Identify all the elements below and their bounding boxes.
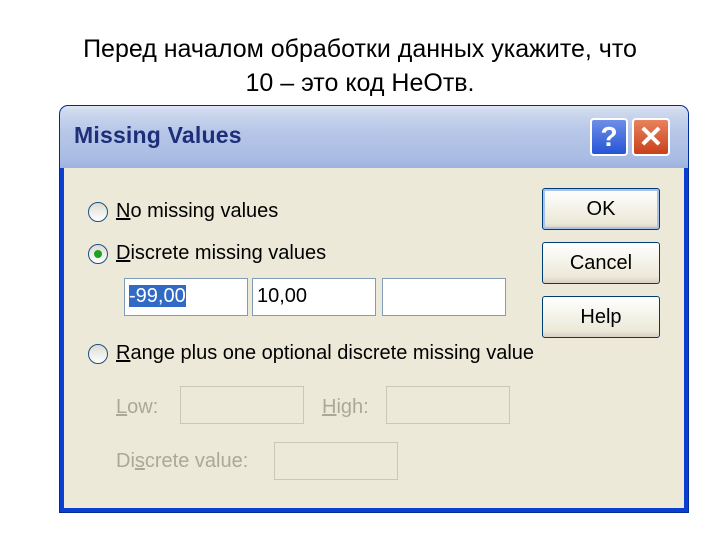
missing-values-dialog: Missing Values ? ✕ No missing values Dis… [60, 106, 688, 512]
high-input[interactable] [386, 386, 510, 424]
radio-label-discrete: Discrete missing values [116, 242, 327, 264]
close-icon[interactable]: ✕ [632, 118, 670, 156]
dialog-client-area: No missing values Discrete missing value… [64, 168, 684, 508]
discrete-value-label: Discrete value: [116, 450, 249, 472]
radio-discrete-missing-values[interactable]: Discrete missing values [88, 242, 326, 265]
radio-label-no-missing: No missing values [116, 200, 279, 222]
discrete-value-2-input[interactable]: 10,00 [252, 278, 376, 316]
slide-title-line-1: Перед началом обработки данных укажите, … [83, 35, 637, 63]
help-button[interactable]: Help [542, 296, 660, 338]
low-input[interactable] [180, 386, 304, 424]
radio-button-range[interactable] [88, 343, 108, 364]
high-label: High: [322, 396, 369, 418]
discrete-value-3-input[interactable] [382, 278, 506, 316]
cancel-button[interactable]: Cancel [542, 242, 660, 284]
discrete-value-1-input[interactable]: -99,00 [124, 278, 248, 316]
radio-range-plus-discrete[interactable]: Range plus one optional discrete missing… [88, 342, 534, 365]
ok-button[interactable]: OK [542, 188, 660, 230]
low-label: Low: [116, 396, 159, 418]
radio-button-no-missing[interactable] [88, 201, 108, 222]
slide-title: Перед началом обработки данных укажите, … [0, 32, 720, 100]
radio-no-missing-values[interactable]: No missing values [88, 200, 278, 223]
slide-title-line-2: 10 – это код НеОтв. [245, 69, 475, 97]
dialog-titlebar[interactable]: Missing Values ? ✕ [60, 106, 688, 168]
radio-button-discrete[interactable] [88, 243, 108, 264]
discrete-value-1-text: -99,00 [129, 285, 186, 307]
range-discrete-value-input[interactable] [274, 442, 398, 480]
radio-label-range: Range plus one optional discrete missing… [116, 342, 535, 364]
help-icon[interactable]: ? [590, 118, 628, 156]
dialog-title: Missing Values [74, 122, 242, 148]
